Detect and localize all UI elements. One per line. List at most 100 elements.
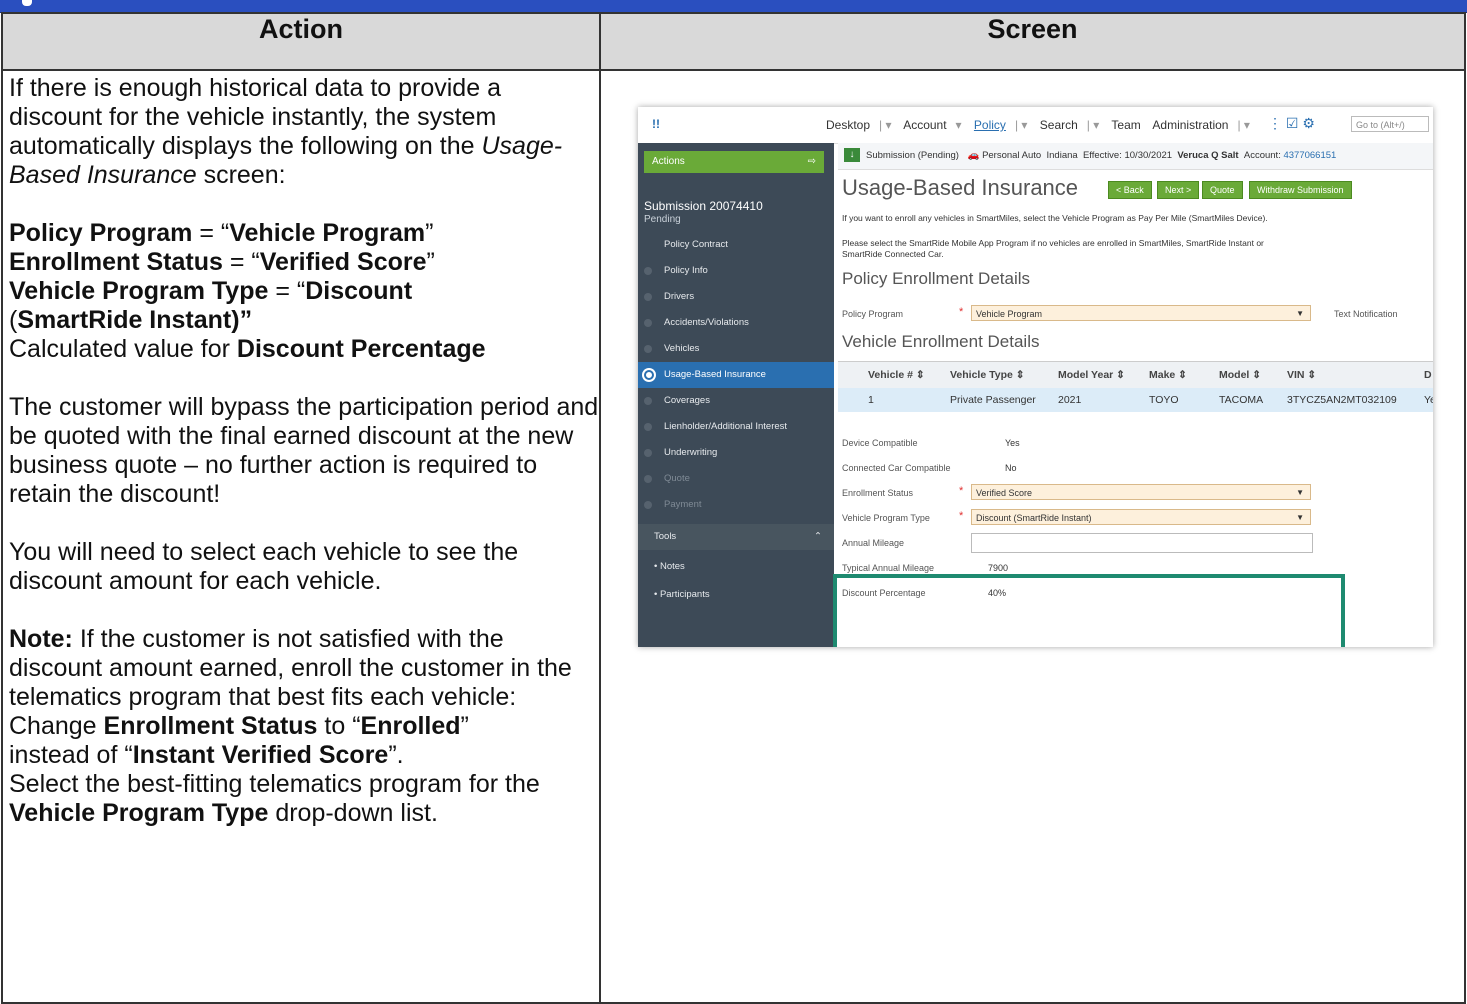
vehicle-enrollment-title: Vehicle Enrollment Details bbox=[842, 332, 1040, 351]
edit-icon[interactable]: ☑ bbox=[1286, 115, 1299, 131]
sidebar-item-lienholder[interactable]: Lienholder/Additional Interest bbox=[638, 414, 834, 440]
quote-button[interactable]: Quote bbox=[1202, 181, 1243, 199]
col-vehicle-type[interactable]: Vehicle Type ⇕ bbox=[950, 362, 1025, 388]
submission-icon: ↓ bbox=[844, 148, 860, 163]
nav-administration[interactable]: Administration bbox=[1152, 118, 1228, 132]
enrollment-status-dropdown[interactable]: Verified Score ▼ bbox=[971, 484, 1311, 500]
info-message-2: Please select the SmartRide Mobile App P… bbox=[842, 238, 1264, 259]
sidebar-item-coverages[interactable]: Coverages bbox=[638, 388, 834, 414]
cell-vin: 3TYCZ5AN2MT032109 bbox=[1287, 394, 1397, 406]
discount-percentage-line: Calculated value for Discount Percentage bbox=[9, 335, 486, 363]
connected-car-value: No bbox=[1005, 463, 1017, 473]
col-d: D bbox=[1424, 369, 1432, 381]
sidebar-item-policy-contract[interactable]: Policy Contract bbox=[638, 232, 834, 258]
col-model-year[interactable]: Model Year ⇕ bbox=[1058, 362, 1125, 388]
screen-header: Screen bbox=[599, 12, 1466, 71]
more-icon[interactable]: ⋮ bbox=[1268, 115, 1282, 131]
info-message-1: If you want to enroll any vehicles in Sm… bbox=[842, 213, 1268, 223]
page-title: Usage-Based Insurance bbox=[842, 175, 1079, 200]
vehicle-program-type-label: Vehicle Program Type bbox=[842, 513, 930, 523]
actions-button[interactable]: Actions ⇨ bbox=[644, 151, 824, 173]
required-icon: * bbox=[959, 485, 964, 497]
policy-program-line: Policy Program = “Vehicle Program” bbox=[9, 219, 434, 247]
sidebar: Actions ⇨ Submission 20074410 Pending Pol… bbox=[638, 143, 834, 647]
tools-header[interactable]: Tools ⌃ bbox=[638, 524, 834, 550]
device-compatible-label: Device Compatible bbox=[842, 438, 918, 448]
intro-paragraph: If there is enough historical data to pr… bbox=[9, 74, 563, 189]
col-make[interactable]: Make ⇕ bbox=[1149, 362, 1187, 388]
sidebar-item-quote[interactable]: Quote bbox=[638, 466, 834, 492]
sidebar-item-vehicles[interactable]: Vehicles bbox=[638, 336, 834, 362]
screen-cell: !! Desktop | ▾ Account ▾ Policy | ▾ Search |… bbox=[599, 69, 1466, 1004]
highlight-box bbox=[833, 574, 1345, 647]
policy-enrollment-title: Policy Enrollment Details bbox=[842, 269, 1031, 288]
annual-mileage-input[interactable] bbox=[971, 533, 1313, 553]
cell-vehicle-type: Private Passenger bbox=[950, 394, 1036, 406]
sidebar-item-drivers[interactable]: Drivers bbox=[638, 284, 834, 310]
required-icon: * bbox=[959, 306, 964, 318]
nav-desktop[interactable]: Desktop bbox=[826, 118, 870, 132]
top-navbar: !! Desktop | ▾ Account ▾ Policy | ▾ Search |… bbox=[638, 107, 1433, 144]
note-paragraph: Note: If the customer is not satisfied w… bbox=[9, 625, 572, 711]
sidebar-item-underwriting[interactable]: Underwriting bbox=[638, 440, 834, 466]
caret-down-icon: ▼ bbox=[1296, 488, 1304, 497]
nav-account[interactable]: Account bbox=[903, 118, 946, 132]
policycenter-screenshot: !! Desktop | ▾ Account ▾ Policy | ▾ Search |… bbox=[638, 107, 1433, 647]
sidebar-item-payment[interactable]: Payment bbox=[638, 492, 834, 518]
tools-participants[interactable]: • Participants bbox=[638, 582, 834, 608]
typical-mileage-label: Typical Annual Mileage bbox=[842, 563, 935, 573]
nav-icons: ⋮ ☑ ⚙ bbox=[1268, 115, 1315, 132]
vehicle-program-type-dropdown[interactable]: Discount (SmartRide Instant) ▼ bbox=[971, 509, 1311, 525]
cell-make: TOYO bbox=[1149, 394, 1179, 406]
enrollment-status-label: Enrollment Status bbox=[842, 488, 914, 498]
col-model[interactable]: Model ⇕ bbox=[1219, 362, 1261, 388]
cell-model: TACOMA bbox=[1219, 394, 1264, 406]
collapse-icon: ⇨ bbox=[807, 156, 816, 167]
nav-policy[interactable]: Policy bbox=[974, 118, 1006, 132]
action-cell: If there is enough historical data to pr… bbox=[1, 69, 601, 1004]
cell-d: Ye bbox=[1424, 394, 1433, 406]
submission-title: Submission 20074410 bbox=[644, 199, 763, 213]
goto-input[interactable]: Go to (Alt+/) bbox=[1351, 116, 1429, 132]
device-compatible-value: Yes bbox=[1005, 438, 1020, 448]
gear-icon[interactable]: ⚙ bbox=[1302, 115, 1315, 131]
vehicle-table-header: Vehicle # ⇕ Vehicle Type ⇕ Model Year ⇕ … bbox=[838, 361, 1433, 389]
connected-car-label: Connected Car Compatible bbox=[842, 463, 951, 473]
cell-vehicle-no: 1 bbox=[868, 394, 874, 406]
chevron-up-icon: ⌃ bbox=[814, 531, 822, 542]
tools-notes[interactable]: • Notes bbox=[638, 554, 834, 580]
account-link[interactable]: 4377066151 bbox=[1283, 150, 1336, 161]
step-table: Action Screen If there is enough histori… bbox=[1, 12, 1466, 1004]
caret-down-icon: ▼ bbox=[1296, 513, 1304, 522]
text-notification-label: Text Notification bbox=[1334, 309, 1398, 319]
col-vin[interactable]: VIN ⇕ bbox=[1287, 362, 1316, 388]
car-icon: 🚗 bbox=[967, 150, 980, 161]
policy-program-dropdown[interactable]: Vehicle Program ▼ bbox=[971, 305, 1311, 321]
sidebar-item-ubi[interactable]: Usage-Based Insurance bbox=[638, 362, 834, 388]
sidebar-item-accidents[interactable]: Accidents/Violations bbox=[638, 310, 834, 336]
cell-model-year: 2021 bbox=[1058, 394, 1082, 406]
sidebar-item-policy-info[interactable]: Policy Info bbox=[638, 258, 834, 284]
banner-stub bbox=[22, 0, 32, 6]
typical-mileage-value: 7900 bbox=[988, 563, 1009, 573]
app-logo-icon: !! bbox=[652, 117, 660, 131]
nav-search[interactable]: Search bbox=[1040, 118, 1078, 132]
next-button[interactable]: Next > bbox=[1157, 181, 1200, 199]
col-vehicle-no[interactable]: Vehicle # ⇕ bbox=[868, 362, 925, 388]
change-status-line: Change Enrollment Status to “Enrolled” in… bbox=[9, 712, 469, 769]
vehicle-program-type-line: Vehicle Program Type = “Discount (SmartR… bbox=[9, 277, 413, 334]
policy-program-label: Policy Program bbox=[842, 309, 904, 319]
info-bar: ↓ Submission (Pending) 🚗 Personal Auto In… bbox=[838, 143, 1433, 170]
nav-team[interactable]: Team bbox=[1111, 118, 1140, 132]
submission-status: Pending bbox=[644, 214, 681, 225]
withdraw-button[interactable]: Withdraw Submission bbox=[1249, 181, 1352, 199]
table-row[interactable]: 1 Private Passenger 2021 TOYO TACOMA 3TY… bbox=[838, 388, 1433, 412]
annual-mileage-label: Annual Mileage bbox=[842, 538, 905, 548]
back-button[interactable]: < Back bbox=[1108, 181, 1152, 199]
required-icon: * bbox=[959, 510, 964, 522]
action-header: Action bbox=[1, 12, 601, 71]
bypass-paragraph: The customer will bypass the participati… bbox=[9, 393, 599, 508]
main-content: ↓ Submission (Pending) 🚗 Personal Auto In… bbox=[838, 143, 1433, 647]
select-each-paragraph: You will need to select each vehicle to … bbox=[9, 538, 519, 595]
caret-down-icon: ▼ bbox=[1296, 309, 1304, 318]
